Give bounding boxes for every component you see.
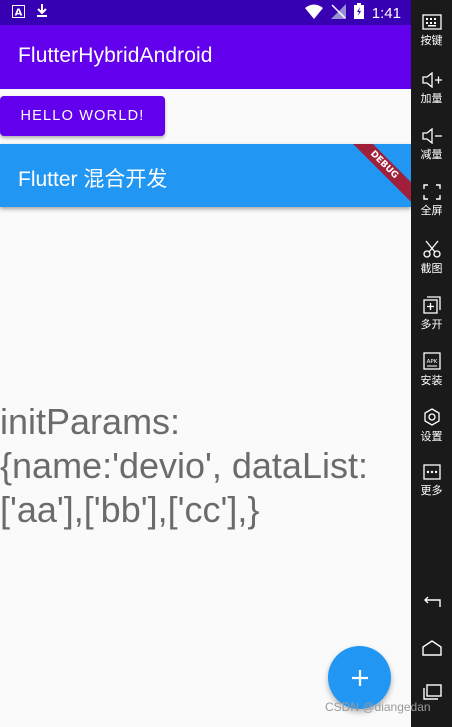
app-title: FlutterHybridAndroid [18,44,213,67]
scissors-icon [422,240,441,258]
plus-icon [351,669,368,686]
home-icon [421,640,442,656]
flutter-app-bar: Flutter 混合开发 DEBUG [0,144,411,207]
multi-open-icon [422,296,441,314]
hello-world-button[interactable]: HELLO WORLD! [0,96,165,136]
tool-fullscreen-label: 全屏 [420,204,443,217]
tool-volume-down-label: 减量 [420,148,443,161]
status-bar: A 1:41 [0,0,411,25]
tool-volume-down[interactable]: 减量 [411,128,452,162]
nav-back-button[interactable] [411,596,452,610]
tool-keys[interactable]: 按键 [411,14,452,48]
emulator-side-toolbar: 按键 加量 减量 全屏 截图 多开 APK 安装 设置 更多 [411,0,452,727]
battery-icon [353,3,364,23]
watermark: CSDN @diangedan [325,700,431,714]
init-params-line-3: ['aa'],['bb'],['cc'],} [0,489,260,530]
nav-home-button[interactable] [411,640,452,656]
svg-text:A: A [15,8,23,19]
settings-icon [423,408,440,426]
tool-more[interactable]: 更多 [411,464,452,498]
init-params-line-1: initParams: [0,401,181,442]
tool-fullscreen[interactable]: 全屏 [411,184,452,218]
tool-volume-up-label: 加量 [420,92,443,105]
init-params-text: initParams: {name:'devio', dataList: ['a… [0,400,405,532]
keyboard-icon [421,14,442,30]
tool-multi-open-label: 多开 [420,318,443,331]
wifi-icon [304,4,323,23]
tool-screenshot-label: 截图 [420,262,443,275]
keyboard-notification-icon: A [12,3,25,22]
tool-settings-label: 设置 [420,430,443,443]
volume-down-icon [421,128,442,144]
tool-screenshot[interactable]: 截图 [411,240,452,276]
more-icon [422,464,441,480]
flutter-title: Flutter 混合开发 [18,168,168,191]
apk-install-icon: APK [422,352,441,370]
debug-banner: DEBUG [340,144,411,207]
tool-settings[interactable]: 设置 [411,408,452,444]
screen: A 1:41 FlutterHybridAndroid HELLO WORLD!… [0,0,452,727]
tool-multi-open[interactable]: 多开 [411,296,452,332]
status-time: 1:41 [371,4,401,22]
init-params-line-2: {name:'devio', dataList: [0,445,368,486]
recents-icon [422,684,442,700]
back-icon [423,596,441,607]
tool-install[interactable]: APK 安装 [411,352,452,388]
tool-install-label: 安装 [420,374,443,387]
svg-text:APK: APK [426,359,437,365]
download-icon [35,3,49,22]
tool-more-label: 更多 [420,484,443,497]
no-signal-icon [330,3,346,23]
tool-volume-up[interactable]: 加量 [411,72,452,106]
app-bar: FlutterHybridAndroid [0,25,411,89]
nav-recents-button[interactable] [411,684,452,700]
tool-keys-label: 按键 [420,34,443,47]
fullscreen-icon [422,184,441,200]
volume-up-icon [421,72,442,88]
